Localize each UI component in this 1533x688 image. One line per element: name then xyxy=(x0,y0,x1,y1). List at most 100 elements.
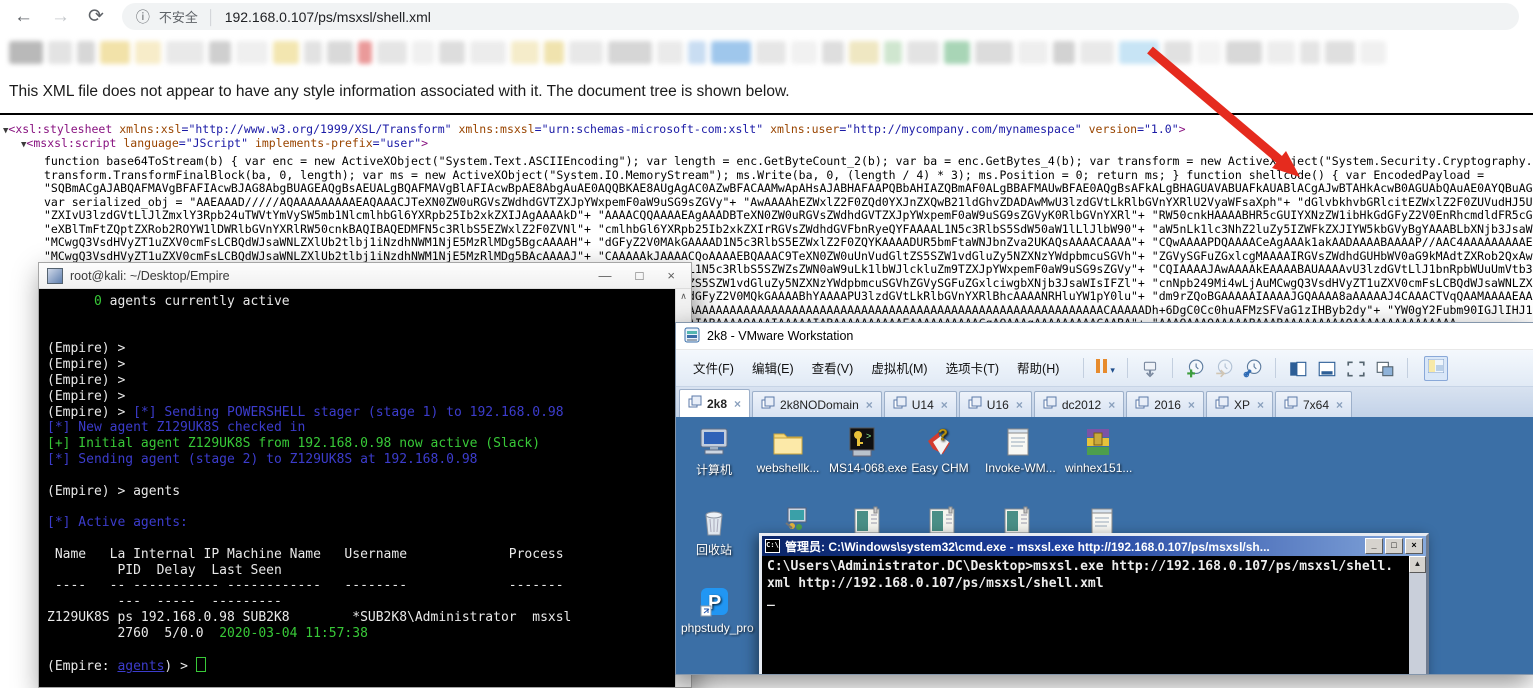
bookmark-blur-block[interactable] xyxy=(711,41,751,64)
unity-mode-icon[interactable] xyxy=(1375,359,1395,377)
tab-close-icon[interactable]: × xyxy=(734,397,741,411)
bookmark-blur-block[interactable] xyxy=(907,41,939,64)
bookmark-blur-block[interactable] xyxy=(511,41,539,64)
desktop-icon-folder[interactable]: webshellk... xyxy=(755,425,821,475)
fullscreen-icon[interactable] xyxy=(1346,359,1366,377)
back-icon[interactable]: ← xyxy=(14,7,33,26)
bookmark-blur-block[interactable] xyxy=(48,41,72,64)
url-text[interactable]: 192.168.0.107/ps/msxsl/shell.xml xyxy=(225,9,431,25)
maximize-icon[interactable]: □ xyxy=(1385,538,1403,554)
desktop-icon-chm[interactable]: ?Easy CHM xyxy=(907,425,973,475)
bookmark-blur-block[interactable] xyxy=(209,41,231,64)
bookmark-blur-block[interactable] xyxy=(327,41,353,64)
bookmark-blur-block[interactable] xyxy=(77,41,95,64)
reload-icon[interactable]: ⟳ xyxy=(88,7,104,26)
desktop-icon-recycle[interactable]: 回收站 xyxy=(681,505,747,558)
bookmark-blur-block[interactable] xyxy=(1164,41,1192,64)
take-snapshot-icon[interactable] xyxy=(1185,359,1205,377)
bookmark-blur-block[interactable] xyxy=(1119,41,1159,64)
bookmark-blur-block[interactable] xyxy=(544,41,564,64)
close-icon[interactable]: × xyxy=(1405,538,1423,554)
vm-tab-7x64[interactable]: 7x64× xyxy=(1275,391,1352,417)
vm-tab-2016[interactable]: 2016× xyxy=(1126,391,1204,417)
bookmark-blur-block[interactable] xyxy=(1053,41,1075,64)
tab-close-icon[interactable]: × xyxy=(1016,398,1023,412)
site-info-icon[interactable]: ⓘ xyxy=(136,7,150,27)
menu-item-f[interactable]: 文件(F) xyxy=(684,362,743,376)
bookmark-blur-block[interactable] xyxy=(1325,41,1355,64)
bookmark-blur-block[interactable] xyxy=(9,41,43,64)
bookmark-blur-block[interactable] xyxy=(1226,41,1262,64)
tab-close-icon[interactable]: × xyxy=(941,398,948,412)
address-bar[interactable]: ⓘ 不安全 │ 192.168.0.107/ps/msxsl/shell.xml xyxy=(122,3,1519,30)
bookmark-blur-block[interactable] xyxy=(470,41,506,64)
chevron-down-icon[interactable]: ▾ xyxy=(1110,365,1115,375)
tab-close-icon[interactable]: × xyxy=(1108,398,1115,412)
bookmark-blur-block[interactable] xyxy=(166,41,204,64)
scroll-up-icon[interactable]: ▲ xyxy=(1409,556,1426,573)
menu-item-m[interactable]: 虚拟机(M) xyxy=(862,362,936,376)
bookmark-blur-block[interactable] xyxy=(884,41,902,64)
vm-tab-XP[interactable]: XP× xyxy=(1206,391,1273,417)
forward-icon[interactable]: → xyxy=(51,7,70,26)
desktop-icon-exe[interactable]: >MS14-068.exe xyxy=(829,425,895,475)
bookmark-blur-block[interactable] xyxy=(273,41,299,64)
scroll-up-icon[interactable]: ∧ xyxy=(676,289,691,304)
empire-terminal-window[interactable]: root@kali: ~/Desktop/Empire — □ × 0 agen… xyxy=(38,262,692,688)
bookmark-blur-block[interactable] xyxy=(135,41,161,64)
vmware-window[interactable]: 2k8 - VMware Workstation 文件(F)编辑(E)查看(V)… xyxy=(675,322,1533,675)
bookmark-blur-block[interactable] xyxy=(975,41,1013,64)
show-sidebar-icon[interactable] xyxy=(1288,359,1308,377)
vm-tab-U16[interactable]: U16× xyxy=(959,391,1032,417)
bookmark-blur-block[interactable] xyxy=(1080,41,1114,64)
empire-titlebar[interactable]: root@kali: ~/Desktop/Empire — □ × xyxy=(39,263,691,289)
bookmark-blur-block[interactable] xyxy=(569,41,603,64)
library-panel-button[interactable] xyxy=(1424,356,1448,381)
cmd-titlebar[interactable]: C:\ 管理员: C:\Windows\system32\cmd.exe - m… xyxy=(762,536,1426,556)
revert-snapshot-icon[interactable] xyxy=(1214,359,1234,377)
bookmark-blur-block[interactable] xyxy=(358,41,372,64)
cmd-scrollbar[interactable]: ▲ xyxy=(1409,556,1426,674)
maximize-icon[interactable]: □ xyxy=(636,268,644,283)
bookmark-blur-block[interactable] xyxy=(849,41,879,64)
bookmark-blur-block[interactable] xyxy=(822,41,844,64)
vmware-titlebar[interactable]: 2k8 - VMware Workstation xyxy=(676,323,1533,349)
desktop-icon-notepad[interactable]: Invoke-WM... xyxy=(985,425,1051,475)
bookmark-blur-block[interactable] xyxy=(439,41,465,64)
minimize-icon[interactable]: — xyxy=(599,268,612,283)
bookmark-blur-block[interactable] xyxy=(657,41,683,64)
menu-item-t[interactable]: 选项卡(T) xyxy=(937,362,1008,376)
cmd-output[interactable]: C:\Users\Administrator.DC\Desktop>msxsl.… xyxy=(762,556,1409,674)
bookmark-blur-block[interactable] xyxy=(100,41,130,64)
bookmark-blur-block[interactable] xyxy=(304,41,322,64)
bookmark-blur-block[interactable] xyxy=(1300,41,1320,64)
bookmark-blur-block[interactable] xyxy=(944,41,970,64)
empire-terminal-output[interactable]: 0 agents currently active (Empire) > (Em… xyxy=(39,289,676,687)
menu-item-e[interactable]: 编辑(E) xyxy=(743,362,803,376)
send-ctrl-alt-del-icon[interactable] xyxy=(1140,359,1160,377)
vm-tab-dc2012[interactable]: dc2012× xyxy=(1034,391,1124,417)
snapshot-manager-icon[interactable] xyxy=(1243,359,1263,377)
desktop-icon-phpstudy[interactable]: Pphpstudy_pro xyxy=(681,585,747,635)
vm-desktop[interactable]: Pphpstudy_pro 回收站 winhex151... Invoke-WM...… xyxy=(676,417,1533,674)
show-thumbnail-bar-icon[interactable] xyxy=(1317,359,1337,377)
pause-button[interactable]: ▾ xyxy=(1096,359,1115,378)
menu-item-v[interactable]: 查看(V) xyxy=(803,362,863,376)
bookmark-blur-block[interactable] xyxy=(377,41,407,64)
bookmark-blur-block[interactable] xyxy=(412,41,434,64)
desktop-icon-computer[interactable]: 计算机 xyxy=(681,425,747,478)
bookmark-blur-block[interactable] xyxy=(1360,41,1386,64)
close-icon[interactable]: × xyxy=(667,268,675,283)
vm-tab-U14[interactable]: U14× xyxy=(884,391,957,417)
bookmark-blur-block[interactable] xyxy=(791,41,817,64)
desktop-icon-rar[interactable]: winhex151... xyxy=(1065,425,1131,475)
bookmark-blur-block[interactable] xyxy=(1018,41,1048,64)
bookmark-blur-block[interactable] xyxy=(1197,41,1221,64)
tab-close-icon[interactable]: × xyxy=(1336,398,1343,412)
bookmark-blur-block[interactable] xyxy=(756,41,786,64)
bookmark-blur-block[interactable] xyxy=(608,41,652,64)
minimize-icon[interactable]: _ xyxy=(1365,538,1383,554)
tab-close-icon[interactable]: × xyxy=(866,398,873,412)
bookmark-blur-block[interactable] xyxy=(236,41,268,64)
bookmark-blur-block[interactable] xyxy=(688,41,706,64)
